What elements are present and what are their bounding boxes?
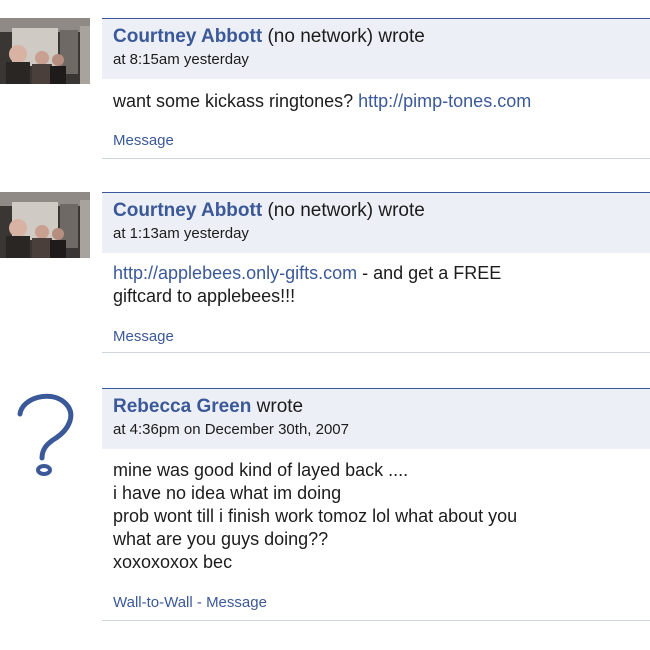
avatar[interactable] [12,392,82,482]
action-separator: - [192,594,207,611]
post-body: mine was good kind of layed back .... i … [113,459,643,574]
message-link[interactable]: Message [113,132,174,149]
author-link[interactable]: Rebecca Green [113,396,251,417]
author-link[interactable]: Courtney Abbott [113,26,262,47]
post-text: - and get a FREE [357,263,502,283]
network-label: (no network) [267,26,374,47]
post-actions: Wall-to-Wall - Message [113,594,267,612]
post-text-line: prob wont till i finish work tomoz lol w… [113,506,518,526]
avatar[interactable] [0,192,90,258]
avatar[interactable] [0,18,90,84]
post-text: want some kickass ringtones? [113,91,354,111]
network-label: (no network) [267,200,374,221]
post-body: want some kickass ringtones? http://pimp… [113,90,643,113]
verb-label: wrote [256,396,304,417]
verb-label: wrote [378,26,425,47]
message-link[interactable]: Message [206,594,267,611]
message-link[interactable]: Message [113,328,174,345]
author-link[interactable]: Courtney Abbott [113,200,262,221]
post-timestamp: at 4:36pm on December 30th, 2007 [113,421,349,438]
post-actions: Message [113,328,174,346]
wall-to-wall-link[interactable]: Wall-to-Wall [113,594,193,611]
post-text-line: what are you guys doing?? [113,529,329,549]
profile-photo-icon [0,18,90,84]
divider [102,620,650,621]
post-header: Courtney Abbott (no network) wrote at 1:… [102,192,650,253]
post-timestamp: at 1:13am yesterday [113,225,249,242]
post-text: giftcard to applebees!!! [113,286,296,306]
author-line: Courtney Abbott (no network) wrote [113,26,650,48]
profile-photo-icon [0,192,90,258]
author-line: Courtney Abbott (no network) wrote [113,200,650,222]
author-line: Rebecca Green wrote [113,396,650,418]
post-text-line: mine was good kind of layed back .... [113,460,409,480]
post-header: Courtney Abbott (no network) wrote at 8:… [102,18,650,79]
post-link[interactable]: http://pimp-tones.com [358,91,531,111]
post-body: http://applebees.only-gifts.com - and ge… [113,262,643,308]
divider [102,158,650,159]
verb-label: wrote [378,200,425,221]
post-link[interactable]: http://applebees.only-gifts.com [113,263,357,283]
post-text-line: i have no idea what im doing [113,483,342,503]
divider [102,352,650,353]
post-actions: Message [113,132,174,150]
question-mark-icon [17,393,74,476]
post-timestamp: at 8:15am yesterday [113,51,249,68]
post-text-line: xoxoxoxox bec [113,552,233,572]
post-header: Rebecca Green wrote at 4:36pm on Decembe… [102,388,650,449]
